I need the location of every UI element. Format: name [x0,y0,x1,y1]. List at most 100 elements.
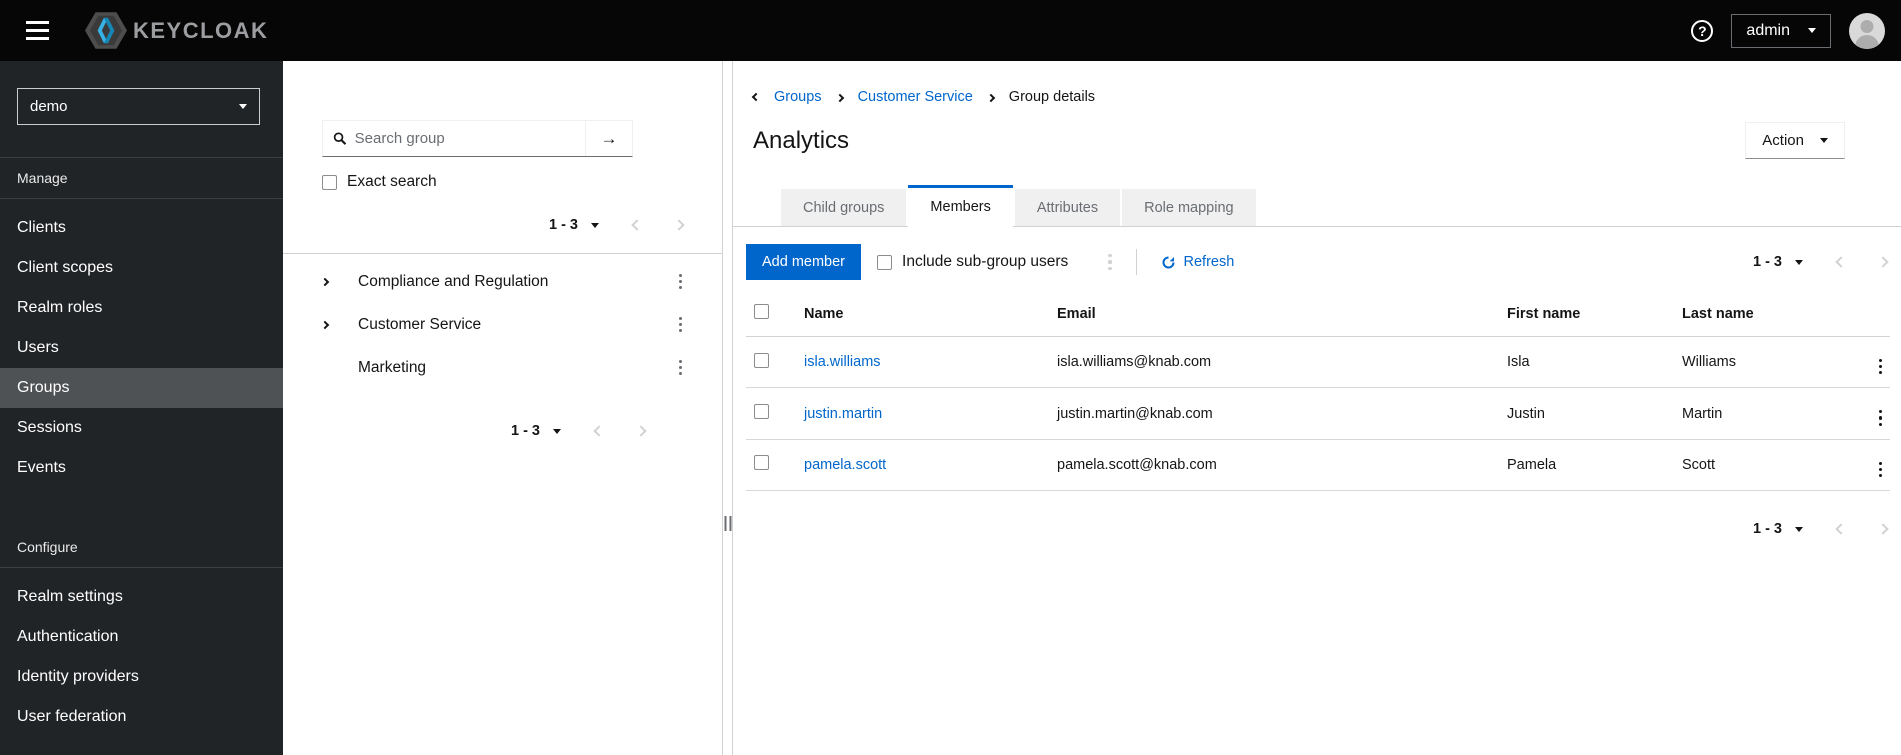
configure-section-header: Configure [0,527,283,568]
expand-toggle[interactable] [320,320,348,329]
member-last-name: Scott [1674,439,1846,492]
search-icon [333,132,347,145]
pagination-menu-toggle[interactable]: 1 - 3 [1753,521,1803,537]
expand-toggle[interactable] [320,277,348,286]
page-title: Analytics [753,126,850,154]
chevron-left-icon [1835,523,1847,535]
pagination-range: 1 - 3 [548,217,578,233]
tree-item-compliance-and-regulation[interactable]: Compliance and Regulation [283,260,722,303]
drag-handle-icon[interactable] [724,516,731,531]
table-row: justin.martin justin.martin@knab.com Jus… [746,387,1890,440]
angle-right-icon [320,320,330,329]
sidebar-item-authentication[interactable]: Authentication [0,617,283,657]
sidebar-item-realm-settings[interactable]: Realm settings [0,577,283,617]
group-search-input[interactable] [354,130,575,147]
member-first-name: Pamela [1499,439,1674,492]
pagination-range: 1 - 3 [1752,254,1782,270]
row-kebab-button[interactable] [1878,410,1882,426]
sidebar-item-realm-roles[interactable]: Realm roles [0,288,283,328]
pagination-range: 1 - 3 [510,423,540,439]
chevron-right-icon [673,219,685,231]
pagination-menu-toggle[interactable]: 1 - 3 [1753,254,1803,270]
member-email: isla.williams@knab.com [1049,336,1499,389]
nav-toggle-button[interactable] [20,15,55,47]
kebab-menu-button[interactable] [678,316,682,333]
help-icon[interactable]: ? [1691,19,1714,42]
previous-page-button[interactable] [593,425,605,437]
tree-item-label[interactable]: Compliance and Regulation [358,273,548,291]
tree-item-marketing[interactable]: Marketing [283,346,722,389]
include-subgroups-checkbox[interactable] [877,254,893,270]
breadcrumb-link-customer-service[interactable]: Customer Service [858,89,973,105]
table-header-row: Name Email First name Last name [746,290,1890,337]
previous-page-button[interactable] [631,219,643,231]
sidebar-item-sessions[interactable]: Sessions [0,408,283,448]
angle-right-icon [835,93,844,103]
row-checkbox[interactable] [754,404,769,420]
next-page-button[interactable] [635,425,647,437]
breadcrumb-current: Group details [1008,89,1096,105]
include-subgroups-option: Include sub-group users [877,253,1068,271]
next-page-button[interactable] [1877,256,1889,268]
realm-selector[interactable]: demo [17,88,260,125]
kebab-menu-button[interactable] [678,273,682,290]
member-email: justin.martin@knab.com [1049,387,1499,440]
column-header-name[interactable]: Name [796,290,1049,337]
tree-item-customer-service[interactable]: Customer Service [283,303,722,346]
chevron-left-icon [631,219,643,231]
search-submit-button[interactable]: → [585,121,632,156]
pagination-range: 1 - 3 [1752,521,1782,538]
sidebar-item-users[interactable]: Users [0,328,283,368]
breadcrumb-link-groups[interactable]: Groups [774,89,822,105]
user-menu-label: admin [1746,21,1790,39]
tree-item-label[interactable]: Marketing [358,359,426,377]
column-header-email[interactable]: Email [1049,290,1499,337]
member-name-link[interactable]: isla.williams [804,354,881,370]
toolbar-kebab-button[interactable] [1108,254,1112,270]
pagination-menu-toggle[interactable]: 1 - 3 [511,423,561,439]
exact-search-checkbox[interactable] [322,174,337,190]
user-menu-toggle[interactable]: admin [1731,13,1831,48]
sidebar-item-user-federation[interactable]: User federation [0,697,283,737]
select-all-checkbox[interactable] [754,304,769,319]
column-header-actions [1846,290,1890,337]
pagination-menu-toggle[interactable]: 1 - 3 [549,217,599,233]
member-first-name: Isla [1499,336,1674,389]
tab-members[interactable]: Members [908,185,1013,227]
row-kebab-button[interactable] [1878,461,1882,478]
caret-down-icon [1795,259,1803,265]
action-menu-toggle[interactable]: Action [1745,122,1845,159]
tab-role-mapping[interactable]: Role mapping [1122,189,1256,227]
tree-item-label[interactable]: Customer Service [358,316,481,334]
members-pagination-top: 1 - 3 [1753,254,1889,270]
group-details-main: Groups Customer Service Group details An… [733,61,1901,755]
members-pagination-bottom: 1 - 3 [733,521,1889,537]
row-checkbox[interactable] [754,455,769,471]
sidebar-item-identity-providers[interactable]: Identity providers [0,657,283,697]
row-kebab-button[interactable] [1878,358,1882,375]
sidebar-item-client-scopes[interactable]: Client scopes [0,248,283,288]
tab-child-groups[interactable]: Child groups [781,189,907,227]
previous-page-button[interactable] [1835,523,1847,535]
add-member-button[interactable]: Add member [746,244,862,280]
tab-attributes[interactable]: Attributes [1014,189,1121,227]
column-header-first-name[interactable]: First name [1499,290,1674,337]
previous-page-button[interactable] [1835,256,1847,268]
member-last-name: Williams [1674,336,1846,389]
breadcrumb-back-button[interactable] [751,92,761,102]
keycloak-hexagon-icon [85,12,127,49]
next-page-button[interactable] [673,219,685,231]
avatar[interactable] [1849,12,1885,49]
sidebar-item-clients[interactable]: Clients [0,208,283,248]
member-name-link[interactable]: justin.martin [804,406,882,422]
group-tree: Compliance and Regulation Customer Servi… [283,253,722,389]
sidebar-item-groups[interactable]: Groups [0,368,283,408]
panel-resize-rail[interactable] [722,61,733,755]
member-name-link[interactable]: pamela.scott [804,457,886,473]
column-header-last-name[interactable]: Last name [1674,290,1846,337]
sidebar-item-events[interactable]: Events [0,448,283,488]
row-checkbox[interactable] [754,352,769,368]
next-page-button[interactable] [1877,523,1889,535]
refresh-button[interactable]: Refresh [1161,254,1234,270]
kebab-menu-button[interactable] [678,359,682,376]
